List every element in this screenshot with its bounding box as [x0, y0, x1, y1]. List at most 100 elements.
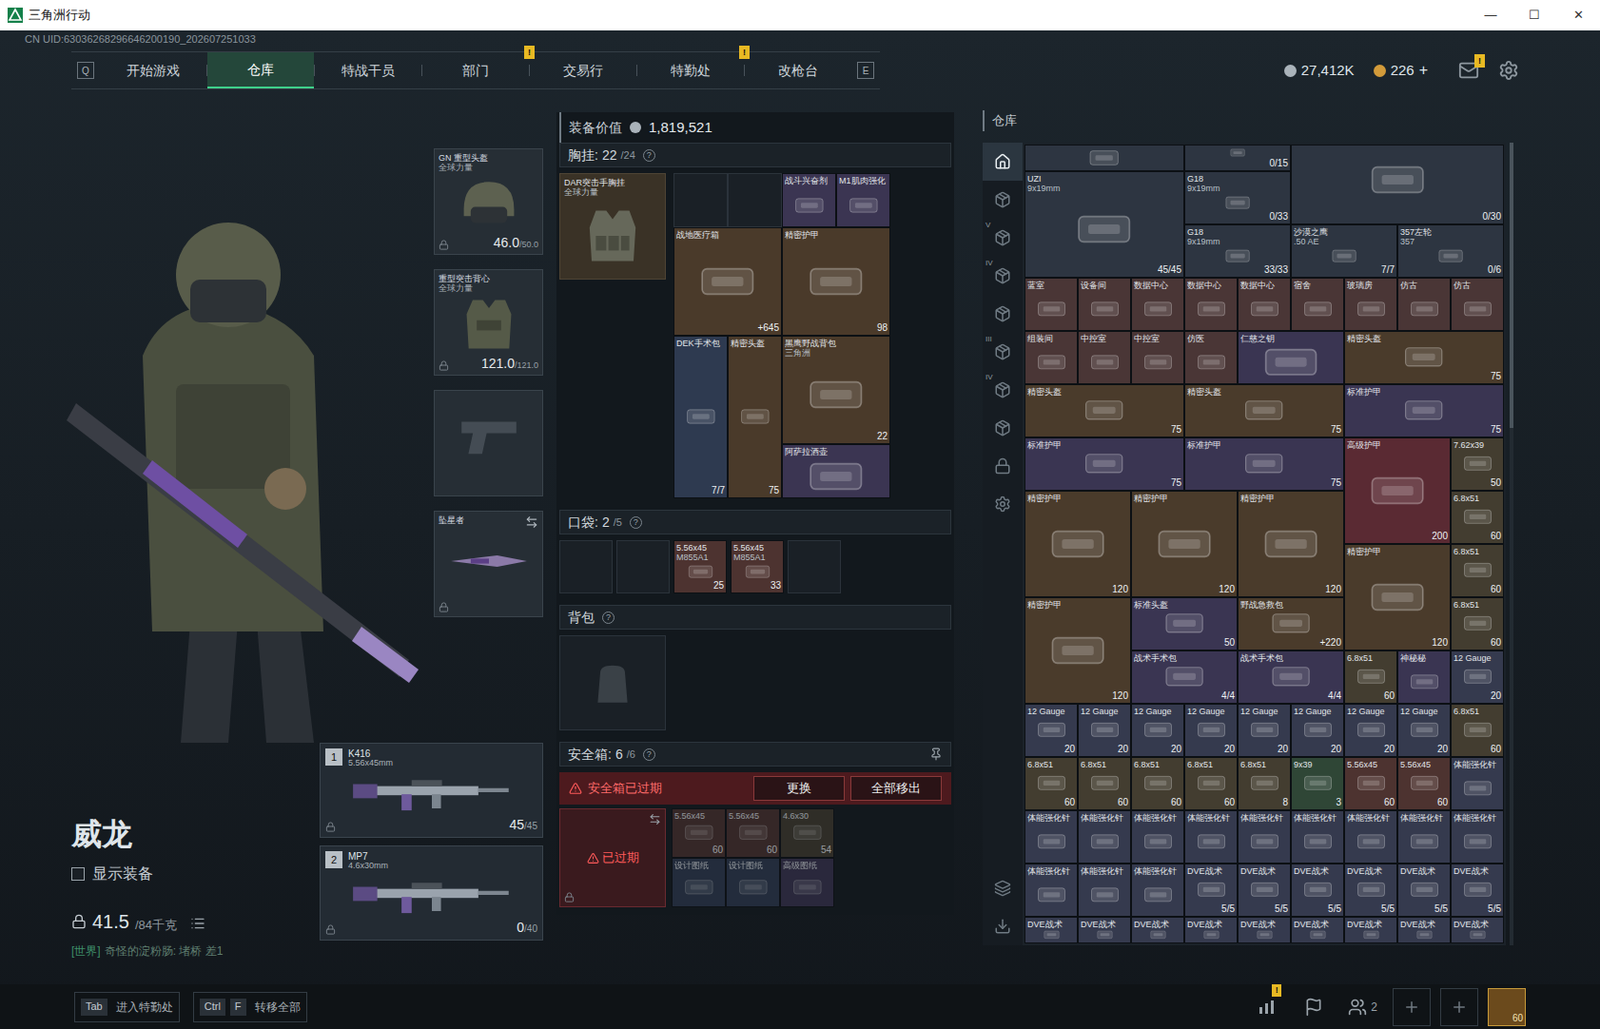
add-gold-button[interactable]: + — [1419, 58, 1428, 82]
item-cell[interactable]: 4.6x3054 — [780, 808, 835, 859]
item-cell[interactable]: 5.56x45M855A125 — [673, 540, 727, 594]
backpack-slot[interactable] — [559, 635, 666, 731]
item-cell[interactable]: 精密头盔75 — [727, 335, 782, 499]
item-cell[interactable]: DVE战术 — [1290, 917, 1345, 944]
nav-tab[interactable]: 交易行 — [529, 52, 637, 89]
item-cell[interactable]: DVE战术 — [1024, 917, 1078, 944]
nav-tab[interactable]: 开始游戏 — [99, 52, 207, 89]
item-cell[interactable]: 阿萨拉酒壶 — [781, 444, 891, 499]
item-cell[interactable]: 体能强化针 — [1131, 863, 1185, 918]
item-cell[interactable]: 神秘秘 — [1397, 650, 1451, 704]
item-cell[interactable]: 9x393 — [1290, 757, 1345, 811]
item-cell[interactable]: 设备间 — [1077, 277, 1132, 332]
item-cell[interactable]: 12 Gauge20 — [1397, 703, 1451, 758]
melee-slot[interactable]: 坠星者 — [433, 510, 544, 618]
item-cell[interactable]: 蓝室 — [1024, 277, 1078, 332]
item-cell[interactable]: 6.8x5160 — [1077, 757, 1132, 811]
item-cell[interactable]: 精密头盔75 — [1344, 331, 1504, 385]
item-cell[interactable]: 玻璃房 — [1344, 277, 1398, 332]
item-cell[interactable]: 体能强化针 — [1024, 810, 1078, 864]
chart-button[interactable]: ! — [1247, 988, 1286, 1027]
warehouse-tab[interactable] — [982, 409, 1023, 448]
help-icon[interactable]: ? — [602, 611, 615, 625]
item-cell[interactable]: 12 Gauge20 — [1290, 703, 1345, 758]
item-cell[interactable]: 体能强化针 — [1344, 810, 1398, 864]
mail-button[interactable]: ! — [1458, 59, 1480, 81]
item-cell[interactable]: 数据中心 — [1184, 277, 1238, 332]
item-cell[interactable]: 战斗兴奋剂 — [781, 173, 837, 228]
friends-button[interactable]: 2 — [1342, 988, 1384, 1027]
scrollbar[interactable] — [1509, 142, 1514, 946]
warehouse-tab[interactable] — [982, 180, 1023, 219]
warehouse-tab[interactable]: IV — [982, 370, 1023, 410]
item-cell[interactable]: 战术手术包4/4 — [1237, 650, 1345, 704]
nav-tab[interactable]: 特勤处! — [637, 52, 744, 89]
item-cell[interactable]: DVE战术 — [1077, 917, 1132, 944]
warehouse-tab[interactable] — [982, 485, 1023, 524]
key-hint[interactable]: CtrlF转移全部 — [193, 992, 308, 1023]
item-cell[interactable]: 沙漠之鹰.50 AE7/7 — [1290, 224, 1398, 278]
item-cell[interactable]: 组装间 — [1024, 331, 1078, 385]
item-cell[interactable]: 仿医 — [1184, 331, 1238, 385]
help-icon[interactable]: ? — [643, 748, 656, 761]
help-icon[interactable]: ? — [629, 516, 643, 529]
weapon-slot[interactable]: 1K4165.56x45mm45/45 — [319, 742, 544, 839]
settings-icon[interactable] — [1498, 59, 1520, 81]
warehouse-tab[interactable] — [982, 907, 1023, 946]
item-cell[interactable]: 设计图纸 — [725, 858, 781, 908]
show-gear-checkbox[interactable]: 显示装备 — [71, 862, 320, 886]
item-cell[interactable]: DVE战术 — [1344, 917, 1398, 944]
item-cell[interactable]: DVE战术 — [1450, 917, 1504, 944]
item-cell[interactable]: 7.62x3950 — [1450, 437, 1504, 491]
item-cell[interactable]: 中控室 — [1077, 331, 1132, 385]
empty-slot[interactable] — [559, 540, 613, 594]
item-cell[interactable]: 6.8x518 — [1237, 757, 1291, 811]
item-cell[interactable]: 12 Gauge20 — [1131, 703, 1185, 758]
rig-slot[interactable]: DAR突击手胸挂全球力量 — [559, 173, 666, 280]
flag-button[interactable] — [1294, 988, 1333, 1027]
item-cell[interactable]: DVE战术 — [1131, 917, 1185, 944]
item-cell[interactable]: 12 Gauge20 — [1077, 703, 1132, 758]
nav-tab[interactable]: 仓库 — [207, 52, 314, 89]
item-cell[interactable]: 5.56x4560 — [1344, 757, 1398, 811]
item-cell[interactable]: DVE战术 — [1397, 917, 1451, 944]
item-cell[interactable]: 精密护甲120 — [1024, 490, 1132, 598]
item-cell[interactable]: 体能强化针 — [1397, 810, 1451, 864]
item-cell[interactable]: 设计图纸 — [671, 858, 726, 908]
item-cell[interactable]: G189x19mm0/33 — [1184, 171, 1291, 225]
item-cell[interactable]: 精密护甲120 — [1344, 544, 1451, 651]
item-cell[interactable]: 黑鹰野战背包三角洲22 — [781, 335, 891, 445]
armor-slot[interactable]: 重型突击背心全球力量121.0/121.0 — [433, 269, 544, 376]
item-cell[interactable]: 宿舍 — [1290, 277, 1345, 332]
checkbox[interactable] — [71, 867, 85, 881]
item-cell[interactable]: 6.8x5160 — [1450, 703, 1504, 758]
help-icon[interactable]: ? — [643, 149, 656, 162]
item-cell[interactable]: 野战急救包+220 — [1237, 597, 1345, 651]
item-cell[interactable]: 12 Gauge20 — [1184, 703, 1238, 758]
prev-key[interactable]: Q — [77, 61, 95, 79]
item-cell[interactable]: 体能强化针 — [1450, 810, 1504, 864]
case-button[interactable]: 更换 — [753, 776, 845, 801]
item-cell[interactable]: DVE战术 — [1184, 917, 1238, 944]
warehouse-tab[interactable]: IV — [982, 256, 1023, 295]
warehouse-tab[interactable] — [982, 447, 1023, 486]
empty-slot[interactable] — [673, 173, 728, 228]
item-cell[interactable]: 0/15 — [1184, 144, 1291, 172]
warehouse-tab[interactable] — [982, 294, 1023, 333]
key-hint[interactable]: Tab进入特勤处 — [74, 992, 180, 1023]
item-cell[interactable]: 数据中心 — [1131, 277, 1185, 332]
item-cell[interactable]: 12 Gauge20 — [1450, 650, 1504, 704]
item-cell[interactable] — [1024, 144, 1185, 172]
item-cell[interactable]: 中控室 — [1131, 331, 1185, 385]
item-cell[interactable]: 体能强化针 — [1450, 757, 1504, 811]
window-control[interactable]: — — [1468, 0, 1513, 31]
item-cell[interactable]: UZI9x19mm45/45 — [1024, 171, 1185, 278]
item-cell[interactable]: 6.8x5160 — [1184, 757, 1238, 811]
swap-icon[interactable] — [525, 515, 539, 529]
item-cell[interactable]: 6.8x5160 — [1024, 757, 1078, 811]
item-cell[interactable]: 体能强化针 — [1024, 863, 1078, 918]
item-cell[interactable]: 体能强化针 — [1077, 863, 1132, 918]
pistol-slot[interactable] — [433, 390, 544, 497]
item-cell[interactable]: DVE战术5/5 — [1397, 863, 1451, 918]
item-cell[interactable]: 体能强化针 — [1131, 810, 1185, 864]
